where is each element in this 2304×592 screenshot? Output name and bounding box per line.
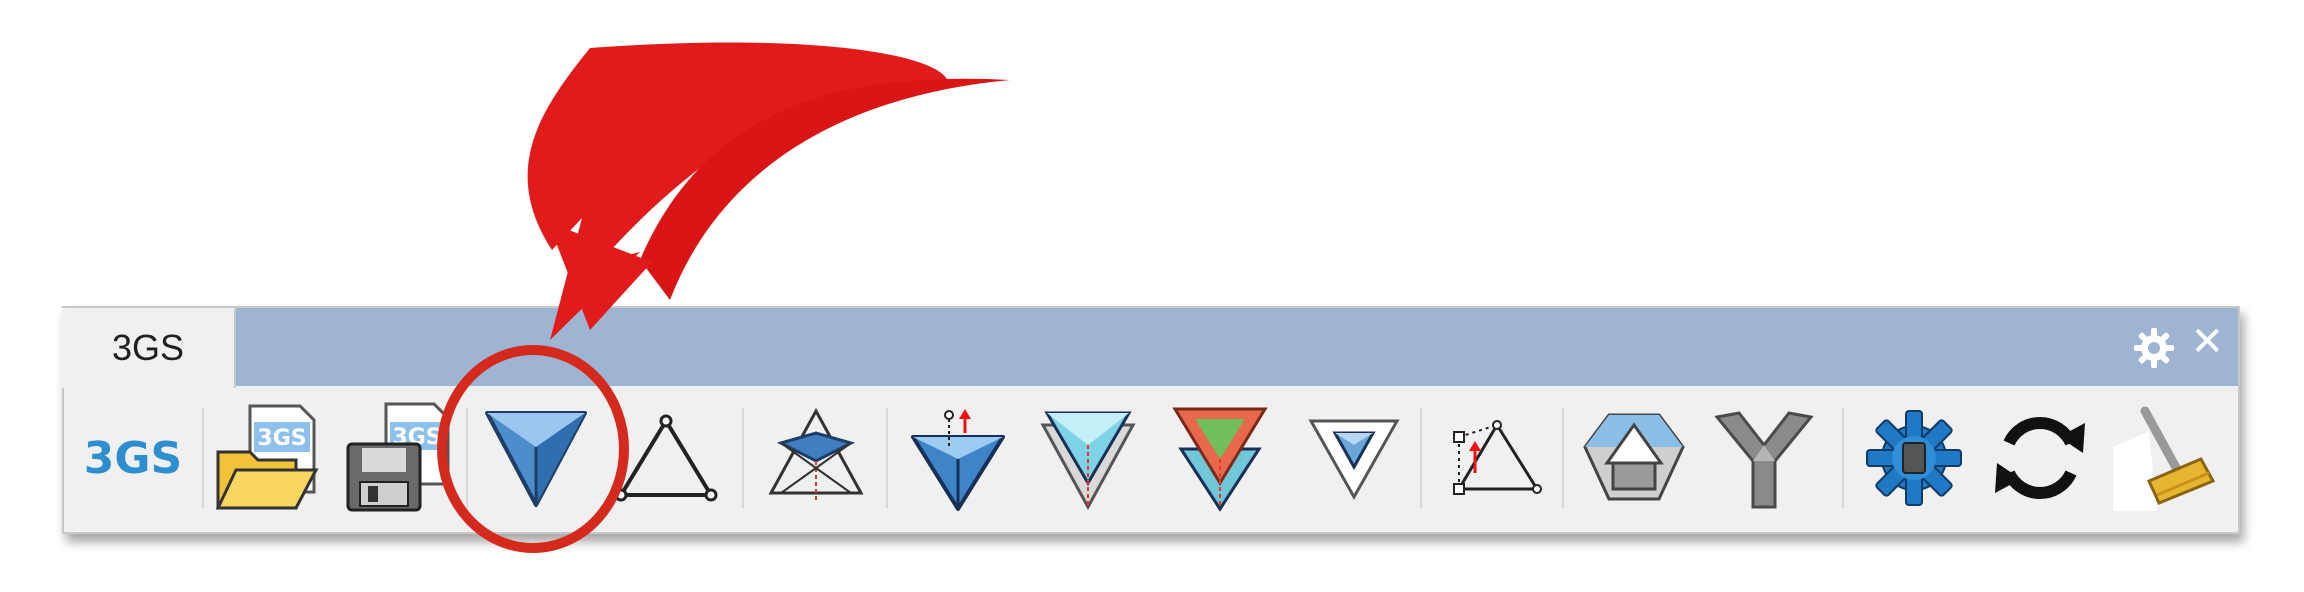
red-highlight-circle (437, 345, 629, 553)
annotation-overlay (437, 42, 1010, 553)
